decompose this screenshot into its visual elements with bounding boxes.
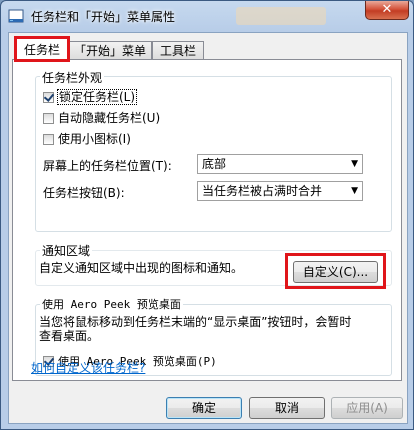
ok-button[interactable]: 确定 bbox=[166, 397, 242, 419]
chevron-down-icon: ▼ bbox=[351, 159, 358, 169]
tab-start-menu[interactable]: 「开始」菜单 bbox=[68, 41, 152, 60]
appearance-legend: 任务栏外观 bbox=[40, 69, 105, 86]
auto-hide-label: 自动隐藏任务栏(U) bbox=[58, 111, 161, 125]
close-button[interactable]: ✕ bbox=[365, 1, 409, 20]
dialog-window: 任务栏和「开始」菜单属性 ✕ 任务栏 「开始」菜单 工具栏 任务栏外观 锁定任务… bbox=[0, 0, 414, 430]
taskbar-properties-icon bbox=[8, 9, 24, 23]
notification-description: 自定义通知区域中出现的图标和通知。 bbox=[39, 261, 244, 275]
dialog-client: 任务栏 「开始」菜单 工具栏 任务栏外观 锁定任务栏(L) 自动隐藏任务栏(U)… bbox=[8, 32, 408, 424]
lock-taskbar-check-icon[interactable] bbox=[43, 92, 54, 103]
buttons-dropdown[interactable]: 当任务栏被占满时合并 ▼ bbox=[197, 181, 363, 201]
aero-peek-legend: 使用 Aero Peek 预览桌面 bbox=[40, 296, 183, 312]
lock-taskbar-label: 锁定任务栏(L) bbox=[56, 89, 138, 105]
small-icons-check-icon[interactable] bbox=[43, 134, 54, 145]
small-icons-checkbox[interactable]: 使用小图标(I) bbox=[43, 130, 131, 147]
title-bar[interactable]: 任务栏和「开始」菜单属性 ✕ bbox=[1, 1, 413, 31]
customize-highlight-box bbox=[285, 253, 386, 289]
cancel-button[interactable]: 取消 bbox=[249, 397, 325, 419]
tab-highlight-box bbox=[14, 36, 70, 62]
buttons-value: 当任务栏被占满时合并 bbox=[202, 184, 323, 198]
auto-hide-check-icon[interactable] bbox=[43, 113, 54, 124]
apply-button: 应用(A) bbox=[331, 397, 403, 419]
location-value: 底部 bbox=[202, 157, 227, 171]
chevron-down-icon: ▼ bbox=[351, 186, 358, 196]
tab-toolbars[interactable]: 工具栏 bbox=[152, 41, 204, 60]
title-glow bbox=[236, 7, 326, 25]
location-label: 屏幕上的任务栏位置(T): bbox=[43, 159, 172, 173]
aero-peek-description-1: 当您将鼠标移动到任务栏末端的“显示桌面”按钮时，会暂时 bbox=[39, 315, 352, 329]
aero-peek-description-2: 查看桌面。 bbox=[39, 329, 100, 343]
tab-page-taskbar: 任务栏外观 锁定任务栏(L) 自动隐藏任务栏(U) 使用小图标(I) 屏幕上的任… bbox=[12, 59, 402, 381]
location-dropdown[interactable]: 底部 ▼ bbox=[197, 154, 363, 174]
buttons-label: 任务栏按钮(B): bbox=[43, 186, 125, 200]
window-title: 任务栏和「开始」菜单属性 bbox=[31, 10, 176, 24]
help-link[interactable]: 如何自定义该任务栏? bbox=[31, 359, 145, 376]
notification-legend: 通知区域 bbox=[40, 242, 93, 259]
lock-taskbar-checkbox[interactable]: 锁定任务栏(L) bbox=[43, 88, 138, 105]
small-icons-label: 使用小图标(I) bbox=[58, 132, 131, 146]
auto-hide-checkbox[interactable]: 自动隐藏任务栏(U) bbox=[43, 109, 160, 126]
